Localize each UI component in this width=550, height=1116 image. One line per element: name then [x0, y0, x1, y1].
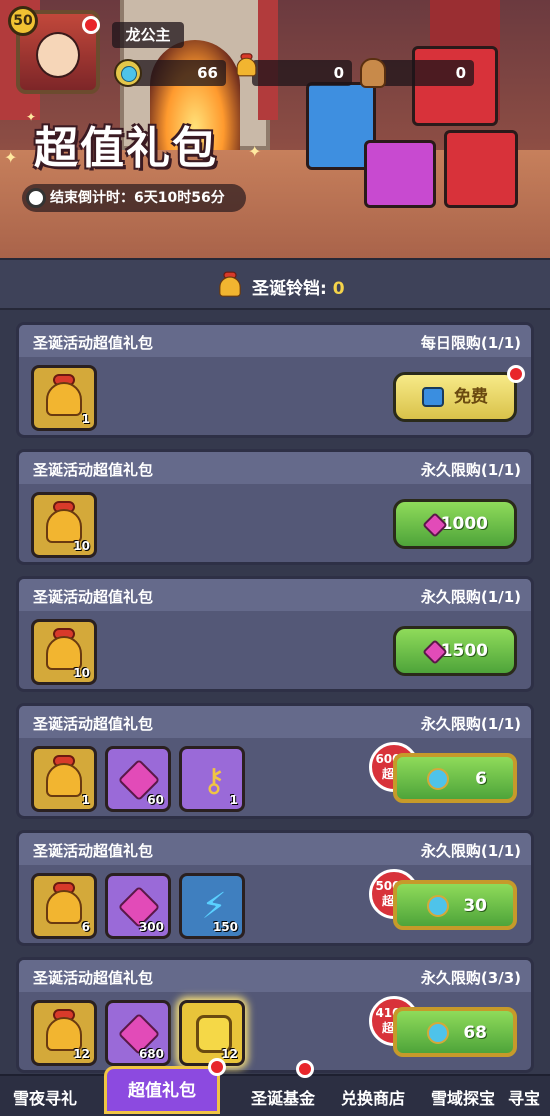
tv-icon [422, 387, 444, 407]
banner-title: 超值礼包 [34, 123, 218, 174]
reward-slot[interactable]: 680 [105, 1000, 171, 1066]
diamond-coin-icon [427, 895, 449, 917]
sparkle-icon: ✦ [248, 142, 262, 161]
reward-qty: 12 [221, 1047, 238, 1061]
buy-button-label: 68 [463, 1023, 487, 1043]
bottom-tab-bar: 雪夜寻礼 超值礼包 圣诞基金 兑换商店 雪域探宝 寻宝 [0, 1058, 550, 1116]
buy-button-label: 6 [475, 769, 487, 789]
gift-red-large-icon [412, 46, 498, 126]
buy-button[interactable]: 免费 [393, 372, 517, 422]
reward-qty: 1 [229, 793, 238, 807]
reward-slot[interactable]: 60 [105, 746, 171, 812]
buy-button-label: 1500 [440, 641, 488, 661]
buy-button[interactable]: 1000 [393, 499, 517, 549]
reward-slot[interactable]: 1 [31, 746, 97, 812]
pack-card: 圣诞活动超值礼包 永久限购(1/1) 1 60⚷ 1 600% 超值 6 [16, 703, 534, 819]
avatar-face [36, 32, 80, 78]
diamond-count: 66 [130, 60, 226, 86]
pack-limit: 永久限购(1/1) [420, 842, 521, 860]
reward-slot[interactable]: 300 [105, 873, 171, 939]
bell-total-bar: 圣诞铃铛: 0 [0, 258, 550, 310]
gingerbread-icon [360, 58, 386, 88]
buy-button[interactable]: 30 [393, 880, 517, 930]
reward-slot[interactable]: 6 [31, 873, 97, 939]
reward-qty: 10 [73, 539, 90, 553]
diamond-coin-icon [427, 1022, 449, 1044]
pack-card: 圣诞活动超值礼包 永久限购(1/1) 10 1000 [16, 449, 534, 565]
pack-name: 圣诞活动超值礼包 [33, 842, 154, 860]
tab-christmas-fund[interactable]: 圣诞基金 [238, 1084, 328, 1114]
pack-limit: 永久限购(1/1) [420, 715, 521, 733]
buy-button[interactable]: 1500 [393, 626, 517, 676]
player-level: 50 [8, 6, 38, 36]
countdown-pill: 结束倒计时：6天10时56分 [22, 184, 246, 212]
pack-name: 圣诞活动超值礼包 [33, 334, 154, 352]
pack-limit: 每日限购(1/1) [420, 334, 521, 352]
bell-total-value: 0 [332, 279, 345, 299]
pack-card: 圣诞活动超值礼包 永久限购(1/1) 10 1500 [16, 576, 534, 692]
tab-snow-night-gift[interactable]: 雪夜寻礼 [0, 1084, 90, 1114]
pack-header: 圣诞活动超值礼包 永久限购(1/1) [19, 833, 531, 865]
reward-slot[interactable]: 10 [31, 492, 97, 558]
reward-qty: 680 [138, 1047, 164, 1061]
tab-treasure-hunt[interactable]: 寻宝 [508, 1084, 550, 1114]
pack-card: 圣诞活动超值礼包 每日限购(1/1) 1 免费 [16, 322, 534, 438]
gift-purple-icon [364, 140, 436, 208]
pack-limit: 永久限购(1/1) [420, 588, 521, 606]
buy-button[interactable]: 68 [393, 1007, 517, 1057]
reward-qty: 6 [81, 920, 90, 934]
tab-christmas-fund-dot [296, 1060, 314, 1078]
pack-name: 圣诞活动超值礼包 [33, 715, 154, 733]
diamond-coin-icon [114, 59, 142, 87]
pack-header: 圣诞活动超值礼包 每日限购(1/1) [19, 325, 531, 357]
bell-total-label: 圣诞铃铛: [252, 279, 333, 299]
bell-icon [230, 50, 263, 83]
pack-header: 圣诞活动超值礼包 永久限购(1/1) [19, 579, 531, 611]
pack-name: 圣诞活动超值礼包 [33, 588, 154, 606]
pack-limit: 永久限购(1/1) [420, 461, 521, 479]
free-button-dot [507, 365, 525, 383]
buy-button-label: 30 [463, 896, 487, 916]
tab-exchange-shop[interactable]: 兑换商店 [328, 1084, 418, 1114]
reward-qty: 12 [73, 1047, 90, 1061]
avatar-notification-dot [82, 16, 100, 34]
countdown-text: 结束倒计时：6天10时56分 [50, 190, 225, 206]
pack-card: 圣诞活动超值礼包 永久限购(3/3) 12 680 12 410% 超值 68 [16, 957, 534, 1073]
reward-qty: 300 [138, 920, 164, 934]
event-banner: 50 龙公主 66 0 0 超值礼包 ✦ ✦ ✦ 结束倒计时：6天10时56分 [0, 0, 550, 258]
sparkle-icon: ✦ [26, 110, 37, 124]
bell-count: 0 [252, 60, 352, 86]
clock-icon [26, 188, 46, 208]
diamond-coin-icon [427, 768, 449, 790]
reward-qty: 60 [147, 793, 164, 807]
reward-qty: 1 [81, 793, 90, 807]
reward-slot[interactable]: 12 [179, 1000, 245, 1066]
player-name: 龙公主 [112, 22, 184, 48]
reward-slot[interactable]: 1 [31, 365, 97, 431]
buy-button-label: 免费 [454, 387, 488, 407]
pack-card: 圣诞活动超值礼包 永久限购(1/1) 6 300⚡ 150 500% 超值 30 [16, 830, 534, 946]
pack-name: 圣诞活动超值礼包 [33, 461, 154, 479]
gift-red-small-icon [444, 130, 518, 208]
tab-value-pack[interactable]: 超值礼包 [104, 1066, 220, 1114]
tab-snow-treasure[interactable]: 雪域探宝 [418, 1084, 508, 1114]
bell-icon [212, 268, 248, 304]
reward-slot[interactable]: 12 [31, 1000, 97, 1066]
reward-slot[interactable]: ⚷ 1 [179, 746, 245, 812]
sparkle-icon: ✦ [4, 148, 18, 167]
reward-qty: 1 [81, 412, 90, 426]
pack-header: 圣诞活动超值礼包 永久限购(1/1) [19, 706, 531, 738]
reward-qty: 150 [212, 920, 238, 934]
pack-name: 圣诞活动超值礼包 [33, 969, 154, 987]
buy-button[interactable]: 6 [393, 753, 517, 803]
key-icon: ⚷ [202, 761, 226, 799]
pack-limit: 永久限购(3/3) [420, 969, 521, 987]
pack-header: 圣诞活动超值礼包 永久限购(3/3) [19, 960, 531, 992]
tab-value-pack-dot [208, 1058, 226, 1076]
buy-button-label: 1000 [440, 514, 488, 534]
reward-slot[interactable]: 10 [31, 619, 97, 685]
reward-slot[interactable]: ⚡ 150 [179, 873, 245, 939]
reward-qty: 10 [73, 666, 90, 680]
pack-header: 圣诞活动超值礼包 永久限购(1/1) [19, 452, 531, 484]
